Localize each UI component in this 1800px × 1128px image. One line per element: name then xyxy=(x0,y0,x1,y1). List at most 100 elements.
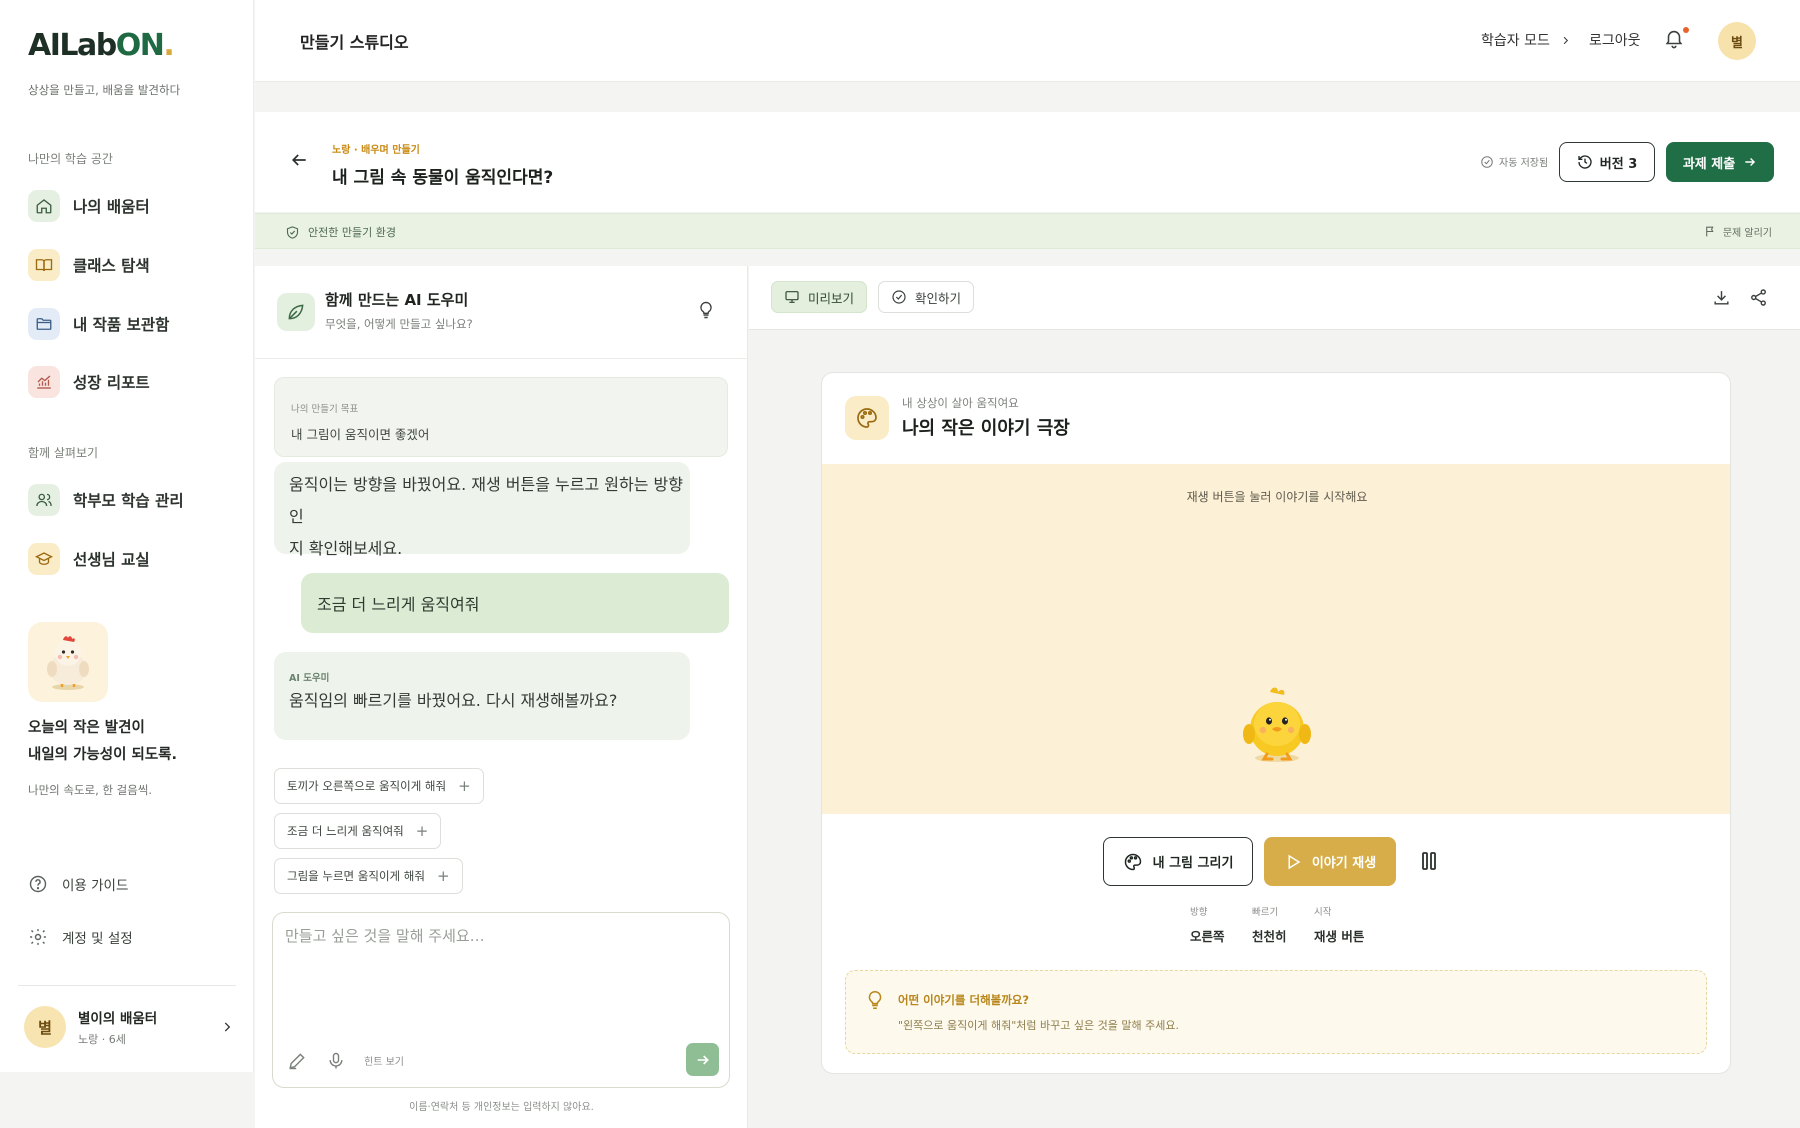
ai-message-line-1: 움직이는 방향을 바꿨어요. 재생 버튼을 누르고 원하는 방향인 xyxy=(289,475,683,526)
bell-icon[interactable] xyxy=(1663,27,1685,53)
pause-icon[interactable] xyxy=(1420,851,1438,875)
usage-guide-label: 이용 가이드 xyxy=(62,878,129,894)
logo[interactable]: AILabON. xyxy=(28,28,175,63)
report-problem-link[interactable]: 문제 알리기 xyxy=(1704,224,1772,239)
lightbulb-icon[interactable] xyxy=(696,300,716,324)
sidebar-item-label: 선생님 교실 xyxy=(73,551,150,569)
gear-icon xyxy=(30,929,46,945)
tab-preview[interactable]: 미리보기 xyxy=(771,281,868,313)
studio-title: 만들기 스튜디오 xyxy=(300,33,409,52)
hint-button[interactable]: 힌트 보기 xyxy=(364,1053,404,1068)
story-theater-card: 내 상상이 살아 움직여요 나의 작은 이야기 극장 재생 버튼을 눌러 이야기… xyxy=(821,372,1731,1074)
sidebar-item-label: 클래스 탐색 xyxy=(73,257,150,275)
plus-icon: + xyxy=(415,822,429,840)
check-circle-icon xyxy=(1481,155,1493,168)
submit-assignment-button[interactable]: 과제 제출 xyxy=(1666,142,1774,182)
top-bar: 만들기 스튜디오 학습자 모드 로그아웃 별 xyxy=(255,0,1800,82)
stat-key: 시작 xyxy=(1314,907,1332,918)
notification-dot xyxy=(1683,27,1689,33)
daily-quote: 오늘의 작은 발견이 내일의 가능성이 되도록. xyxy=(28,715,177,769)
check-circle-icon xyxy=(892,290,906,304)
story-idea-tip: 어떤 이야기를 더해볼까요? "왼쪽으로 움직이게 해줘"처럼 바꾸고 싶은 것… xyxy=(845,970,1707,1054)
usage-guide-link[interactable]: 이용 가이드 xyxy=(28,874,128,894)
idea-title: 어떤 이야기를 더해볼까요? xyxy=(898,993,1030,1007)
learning-goal-card: 나의 만들기 목표 내 그림이 움직이면 좋겠어 xyxy=(274,377,728,457)
chevron-right-icon xyxy=(224,1022,231,1032)
chick-mascot-image xyxy=(28,622,108,702)
version-label: 버전 3 xyxy=(1599,156,1638,172)
draw-my-picture-button[interactable]: 내 그림 그리기 xyxy=(1103,837,1253,886)
sidebar-item-teacher[interactable]: 선생님 교실 xyxy=(28,541,238,577)
history-icon xyxy=(1578,155,1592,169)
home-icon xyxy=(28,190,60,222)
sidebar-item-parent[interactable]: 학부모 학습 관리 xyxy=(28,482,238,518)
user-message-bubble: 조금 더 느리게 움직여줘 xyxy=(301,573,729,633)
message-input[interactable] xyxy=(285,925,715,1015)
ai-chat-panel: 함께 만드는 AI 도우미 무엇을, 어떻게 만들고 싶나요? 나의 만들기 목… xyxy=(255,266,748,1128)
report-problem-label: 문제 알리기 xyxy=(1722,228,1772,239)
logo-text: AILab xyxy=(28,28,117,63)
account-settings-link[interactable]: 계정 및 설정 xyxy=(28,927,133,947)
suggestion-text: 그림을 누르면 움직이게 해줘 xyxy=(287,869,425,883)
stat-value: 오른쪽 xyxy=(1190,929,1225,944)
suggestion-chip[interactable]: 그림을 누르면 움직이게 해줘 + xyxy=(274,858,463,894)
ai-assistant-name: 함께 만드는 AI 도우미 xyxy=(325,291,469,309)
autosave-status: 자동 저장됨 xyxy=(1480,154,1548,169)
submit-label: 과제 제출 xyxy=(1682,156,1736,172)
chick-character-image xyxy=(1240,684,1314,768)
lightbulb-icon xyxy=(864,989,886,1015)
sidebar-item-label: 학부모 학습 관리 xyxy=(73,492,184,510)
ai-message-line-2: 지 확인해보세요. xyxy=(289,539,403,558)
sidebar-item-my-learning[interactable]: 나의 배움터 xyxy=(28,188,238,224)
direction-setting: 방향 오른쪽 xyxy=(1190,904,1225,945)
suggestion-text: 토끼가 오른쪽으로 움직이게 해줘 xyxy=(287,779,447,793)
idea-text: "왼쪽으로 움직이게 해줘"처럼 바꾸고 싶은 것을 말해 주세요. xyxy=(898,1019,1179,1032)
logo-dot: . xyxy=(163,28,174,63)
animation-stage[interactable]: 재생 버튼을 눌러 이야기를 시작해요 xyxy=(822,464,1730,814)
play-story-button[interactable]: 이야기 재생 xyxy=(1264,837,1396,886)
profile-name: 별이의 배움터 xyxy=(78,1011,158,1027)
avatar[interactable]: 별 xyxy=(1718,22,1756,60)
tab-check-label: 확인하기 xyxy=(915,290,962,306)
breadcrumb: 노랑 · 배우며 만들기 xyxy=(332,145,420,156)
tab-preview-label: 미리보기 xyxy=(808,290,855,306)
folder-icon xyxy=(28,308,60,340)
logo-on-text: ON xyxy=(115,28,165,63)
version-history-button[interactable]: 버전 3 xyxy=(1559,142,1655,182)
logout-button[interactable]: 로그아웃 xyxy=(1589,30,1641,50)
sidebar-divider xyxy=(18,985,236,986)
suggestion-text: 조금 더 느리게 움직여줘 xyxy=(287,824,404,838)
draw-button-label: 내 그림 그리기 xyxy=(1152,856,1234,871)
back-arrow-icon[interactable] xyxy=(289,150,309,174)
stat-key: 방향 xyxy=(1190,907,1208,918)
suggestion-chip[interactable]: 토끼가 오른쪽으로 움직이게 해줘 + xyxy=(274,768,484,804)
profile-card[interactable]: 별 별이의 배움터 노랑 · 6세 xyxy=(24,1002,234,1052)
sidebar-item-class-explore[interactable]: 클래스 탐색 xyxy=(28,247,238,283)
arrow-right-icon xyxy=(697,1054,709,1065)
tab-check[interactable]: 확인하기 xyxy=(878,281,975,313)
microphone-icon[interactable] xyxy=(326,1051,346,1075)
sidebar-item-growth-report[interactable]: 성장 리포트 xyxy=(28,364,238,400)
download-icon[interactable] xyxy=(1712,288,1731,311)
sidebar-item-my-works[interactable]: 내 작품 보관함 xyxy=(28,306,238,342)
chart-icon xyxy=(28,366,60,398)
learner-mode-button[interactable]: 학습자 모드 xyxy=(1481,30,1571,50)
pencil-icon[interactable] xyxy=(287,1051,307,1075)
share-icon[interactable] xyxy=(1749,288,1768,311)
stage-kicker: 내 상상이 살아 움직여요 xyxy=(902,396,1019,410)
book-open-icon xyxy=(28,249,60,281)
safe-environment-notice: 안전한 만들기 환경 xyxy=(285,224,396,240)
preview-panel: 미리보기 확인하기 내 상상이 살아 움직여요 나의 작은 이야기 극장 재생 … xyxy=(749,266,1800,1128)
stat-value: 재생 버튼 xyxy=(1314,929,1365,944)
help-circle-icon xyxy=(29,875,47,893)
plus-icon: + xyxy=(458,777,471,795)
stat-value: 천천히 xyxy=(1252,929,1287,944)
avatar: 별 xyxy=(24,1006,66,1048)
user-message-text: 조금 더 느리게 움직여줘 xyxy=(317,595,480,614)
suggestion-chip[interactable]: 조금 더 느리게 움직여줘 + xyxy=(274,813,442,849)
send-button[interactable] xyxy=(686,1043,719,1076)
quote-line-2: 내일의 가능성이 되도록. xyxy=(28,747,178,763)
sidebar: AILabON. 상상을 만들고, 배움을 발견하다 나만의 학습 공간 나의 … xyxy=(0,0,254,1072)
ai-message-bubble: AI 도우미 움직임의 빠르기를 바꿨어요. 다시 재생해볼까요? xyxy=(274,652,690,740)
ai-message-bubble: 움직이는 방향을 바꿨어요. 재생 버튼을 누르고 원하는 방향인 지 확인해보… xyxy=(274,462,690,558)
